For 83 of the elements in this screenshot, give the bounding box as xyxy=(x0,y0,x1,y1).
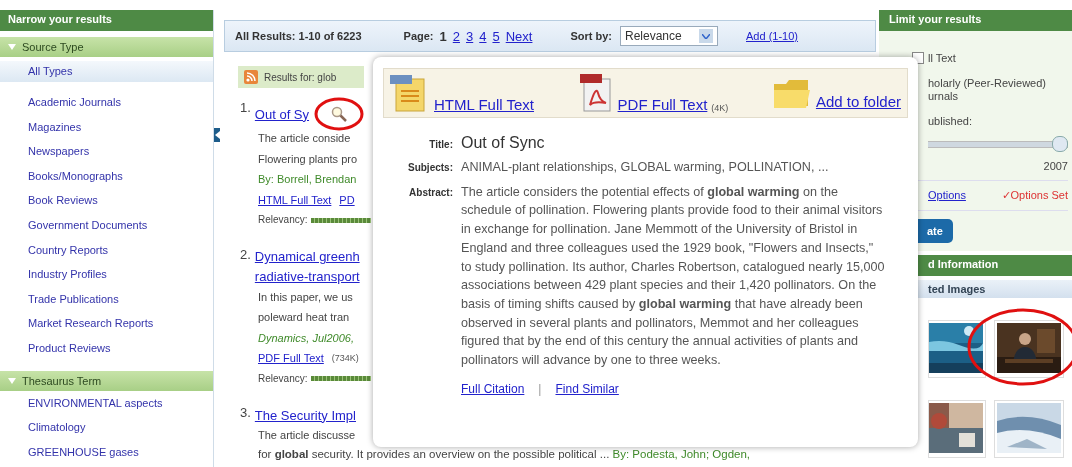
result-number: 3. xyxy=(240,405,251,422)
preview-magnifier-icon[interactable] xyxy=(331,106,348,122)
pdf-document-icon xyxy=(577,73,614,113)
filter-item[interactable]: Book Reviews xyxy=(0,188,213,213)
result-title-link[interactable]: The Security Impl xyxy=(254,407,356,423)
filter-item[interactable]: All Types xyxy=(0,61,213,82)
filter-item[interactable]: Industry Profiles xyxy=(0,262,213,287)
result-title-link[interactable]: Out of Sy xyxy=(254,106,310,122)
sidebar-header: Limit your results xyxy=(879,10,1072,31)
page-link[interactable]: 3 xyxy=(466,28,474,44)
byline-text: By: Borrell, Brendan xyxy=(257,172,358,187)
add-link[interactable]: Add (1-10) xyxy=(746,30,798,42)
filter-item[interactable]: Books/Monographs xyxy=(0,163,213,189)
filter-item[interactable]: Climatology xyxy=(0,415,213,440)
relevancy-bar xyxy=(311,376,372,382)
results-count: All Results: 1-10 of 6223 xyxy=(235,30,362,42)
filter-item[interactable]: Magazines xyxy=(0,114,213,140)
caret-icon xyxy=(8,44,16,50)
result-number: 1. xyxy=(240,100,251,117)
result-number: 2. xyxy=(240,246,251,264)
field-value: The article considers the potential effects of global warming on the schedule of pollination. Flowering plants provide food to their animal visitors in exchange for pollination. Jane Memmott of the University of Bristol in England and three colleagues used the 1929 book, "Flowers and Insects," to study pollination. Its author, Charles Robertson, catalogued nearly 15,000 associations between 429 plant species and their 1,420 pollinators. On the basis of timing shifts caused by global warming that have already been observed in several plants and pollinators, Memmot and her colleagues figured that by the end of this century the annual activities of plants and pollinators will advance by one to three weeks. xyxy=(461,183,886,370)
page-link[interactable]: 5 xyxy=(492,28,500,44)
abstract-text: for global security. It provides an overview on the possible political ... By: Podesta, John; Ogden, xyxy=(257,446,750,462)
article-title: Out of Sync xyxy=(461,134,546,152)
filter-item[interactable]: Trade Publications xyxy=(0,286,213,312)
filter-item[interactable]: ENVIRONMENTAL aspects xyxy=(0,390,213,416)
abstract-text: poleward heat tran xyxy=(257,310,351,325)
caret-icon xyxy=(702,33,710,39)
sort-label: Sort by: xyxy=(570,30,612,42)
filter-item[interactable]: Government Documents xyxy=(0,212,213,238)
file-size: (4K) xyxy=(711,103,729,113)
options-set-label: ✓Options Set xyxy=(1001,189,1068,202)
relevancy-label: Relevancy: xyxy=(258,371,308,386)
slider-handle[interactable] xyxy=(1052,136,1068,152)
sidebar-header: Narrow your results xyxy=(0,10,213,31)
options-link[interactable]: Options xyxy=(928,189,966,202)
source-text: Dynamics, Jul2006, xyxy=(257,330,355,346)
filter-item[interactable]: Academic Journals xyxy=(0,90,213,115)
field-value: ANIMAL-plant relationships, GLOBAL warming, POLLINATION, ... xyxy=(461,159,830,176)
field-label: Title: xyxy=(428,139,453,150)
byline-text: By: Podesta, John; Ogden, xyxy=(612,447,750,460)
page-link[interactable]: 1 xyxy=(439,28,447,44)
field-label: Abstract: xyxy=(408,186,453,198)
full-citation-link[interactable]: Full Citation xyxy=(461,381,525,396)
relevancy-label: Relevancy: xyxy=(258,213,308,227)
group-header[interactable]: Thesaurus Term xyxy=(0,370,213,391)
full-text-link[interactable]: PDF Full Text xyxy=(258,348,324,369)
find-similar-link[interactable]: Find Similar xyxy=(555,381,619,396)
next-link[interactable]: Next xyxy=(505,28,533,44)
sort-dropdown[interactable]: Relevance xyxy=(620,26,718,46)
abstract-text: In this paper, we us xyxy=(257,289,354,305)
filter-item[interactable]: Newspapers xyxy=(0,139,213,164)
checkbox-label: holarly (Peer-Reviewed) urnals xyxy=(928,77,1047,103)
filter-item[interactable]: GREENHOUSE gases xyxy=(0,439,213,465)
page-label: Page: xyxy=(403,30,434,42)
abstract-text: The article discusse xyxy=(257,428,357,443)
collapse-tab[interactable] xyxy=(214,128,220,142)
result-title-link[interactable]: radiative-transport xyxy=(254,269,360,284)
separator-text: | xyxy=(538,381,542,396)
caret-icon xyxy=(8,377,16,384)
abstract-text: Flowering plants pro xyxy=(257,151,359,167)
checkbox-label: ll Text xyxy=(928,52,956,64)
full-text-link[interactable]: HTML Full Text xyxy=(258,189,332,210)
abstract-text: The article conside xyxy=(257,131,352,146)
field-label: Subjects: xyxy=(407,162,453,173)
action-link[interactable]: Add to folder xyxy=(815,93,901,110)
page-link[interactable]: 2 xyxy=(452,28,460,44)
filter-item[interactable]: Product Reviews xyxy=(0,335,213,361)
full-text-link[interactable]: PD xyxy=(339,189,355,210)
slider-reading: 2007 xyxy=(1042,160,1068,172)
slider-label: ublished: xyxy=(928,115,974,128)
filter-item[interactable]: Country Reports xyxy=(0,237,213,263)
feed-icon xyxy=(244,70,258,84)
results-for-text: Results for: glob xyxy=(264,71,337,83)
filter-item[interactable]: Market Research Reports xyxy=(0,311,213,336)
date-slider[interactable] xyxy=(928,136,1068,152)
action-link[interactable]: PDF Full Text xyxy=(617,96,708,113)
action-link[interactable]: HTML Full Text xyxy=(434,96,535,113)
relevancy-bar xyxy=(311,217,372,223)
file-size: (734K) xyxy=(331,352,359,365)
group-header[interactable]: Source Type xyxy=(0,37,213,57)
page-link[interactable]: 4 xyxy=(479,28,487,44)
result-title-link[interactable]: Dynamical greenh xyxy=(254,249,360,264)
